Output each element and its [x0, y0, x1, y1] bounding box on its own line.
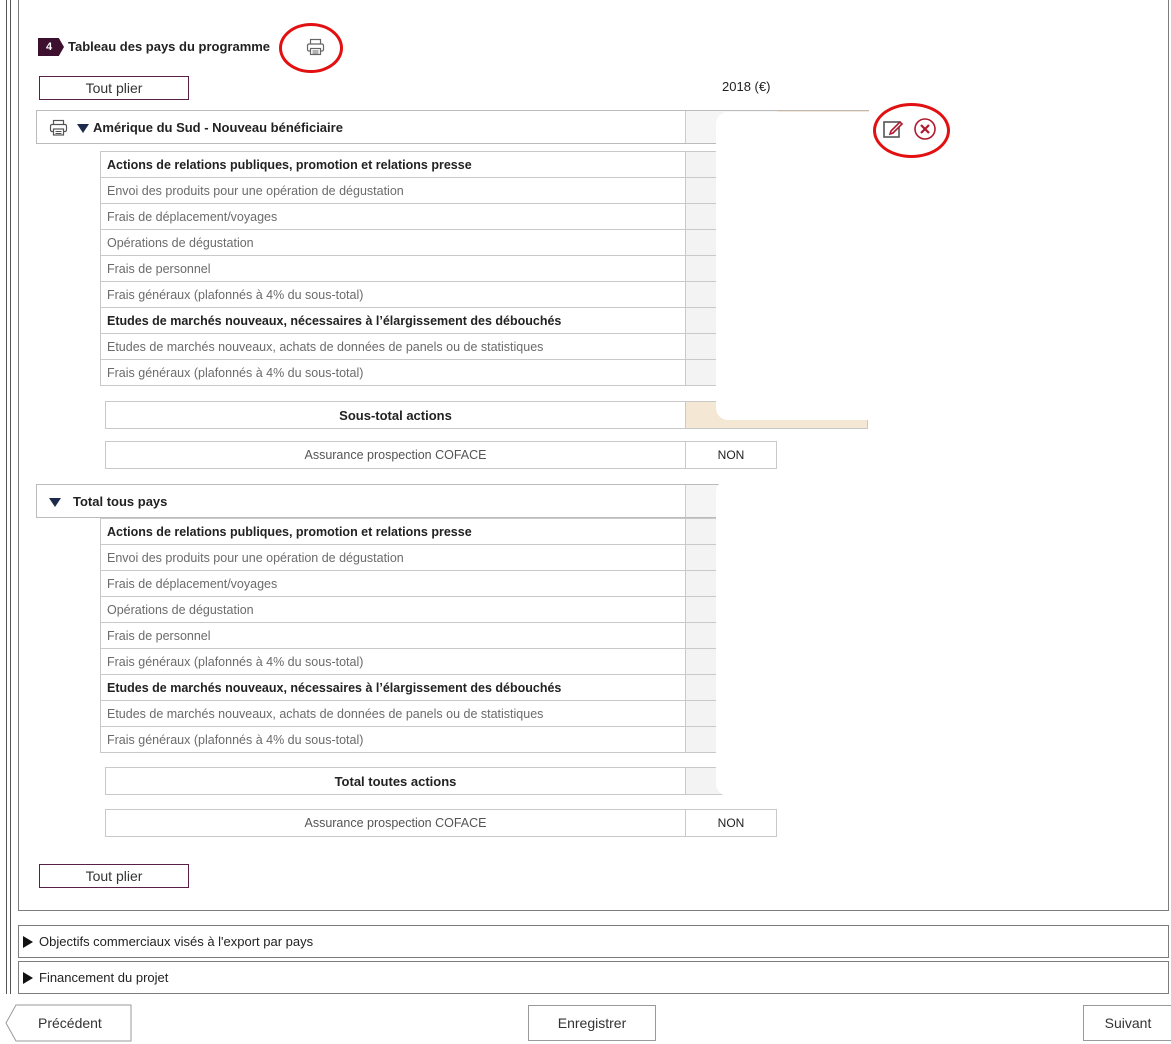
accordion-label: Objectifs commerciaux visés à l'export p…	[39, 934, 314, 949]
row-label: Frais généraux (plafonnés à 4% du sous-t…	[100, 726, 686, 753]
coface-label: Assurance prospection COFACE	[106, 810, 686, 836]
redacted-values-area	[716, 112, 880, 420]
previous-label: Précédent	[38, 1015, 102, 1031]
year-column-header: 2018 (€)	[722, 79, 771, 94]
row-label: Envoi des produits pour une opération de…	[100, 544, 686, 571]
accordion-label: Financement du projet	[39, 970, 169, 985]
section-title-text: Tableau des pays du programme	[68, 39, 271, 54]
save-button[interactable]: Enregistrer	[528, 1005, 656, 1041]
frame-border-left-inner	[10, 0, 11, 994]
group-title[interactable]: Amérique du Sud - Nouveau bénéficiaire	[93, 120, 343, 135]
coface-value: NON	[717, 448, 745, 462]
row-label: Frais de personnel	[100, 255, 686, 282]
fold-all-button-bottom[interactable]: Tout plier	[39, 864, 189, 888]
previous-button[interactable]: Précédent	[4, 1004, 132, 1042]
section-title: Tableau des pays du programme	[68, 38, 270, 56]
row-label: Etudes de marchés nouveaux, achats de do…	[100, 333, 686, 360]
expanded-triangle-icon[interactable]	[49, 498, 61, 507]
frame-border-left	[6, 0, 7, 994]
expanded-triangle-icon[interactable]	[77, 124, 89, 133]
row-label: Opérations de dégustation	[100, 229, 686, 256]
group-title[interactable]: Total tous pays	[73, 494, 167, 509]
row-label: Actions de relations publiques, promotio…	[100, 518, 686, 545]
coface-value: NON	[717, 816, 745, 830]
section-number-badge: 4	[38, 38, 64, 56]
row-label: Envoi des produits pour une opération de…	[100, 177, 686, 204]
row-label: Frais généraux (plafonnés à 4% du sous-t…	[100, 281, 686, 308]
redacted-values-area	[716, 480, 880, 796]
subtotal-label: Sous-total actions	[106, 402, 686, 428]
annotation-circle-print	[279, 23, 343, 73]
row-label: Frais de personnel	[100, 622, 686, 649]
collapsed-triangle-icon	[23, 935, 33, 948]
row-label: Etudes de marchés nouveaux, achats de do…	[100, 700, 686, 727]
row-label: Frais généraux (plafonnés à 4% du sous-t…	[100, 359, 686, 386]
coface-row: Assurance prospection COFACE NON	[105, 441, 777, 469]
row-label: Frais de déplacement/voyages	[100, 203, 686, 230]
next-button[interactable]: Suivant	[1083, 1005, 1171, 1041]
group-printer-icon[interactable]	[49, 119, 68, 141]
fold-all-button[interactable]: Tout plier	[39, 76, 189, 100]
annotation-circle-actions	[873, 103, 950, 158]
row-label: Actions de relations publiques, promotio…	[100, 151, 686, 178]
row-label: Opérations de dégustation	[100, 596, 686, 623]
coface-label: Assurance prospection COFACE	[106, 442, 686, 468]
row-label: Etudes de marchés nouveaux, nécessaires …	[100, 674, 686, 701]
total-label: Total toutes actions	[106, 768, 686, 794]
accordion-objectifs[interactable]: Objectifs commerciaux visés à l'export p…	[18, 925, 1169, 958]
row-label: Frais généraux (plafonnés à 4% du sous-t…	[100, 648, 686, 675]
row-label: Etudes de marchés nouveaux, nécessaires …	[100, 307, 686, 334]
row-label: Frais de déplacement/voyages	[100, 570, 686, 597]
collapsed-triangle-icon	[23, 971, 33, 984]
accordion-financement[interactable]: Financement du projet	[18, 961, 1169, 994]
coface-row: Assurance prospection COFACE NON	[105, 809, 777, 837]
